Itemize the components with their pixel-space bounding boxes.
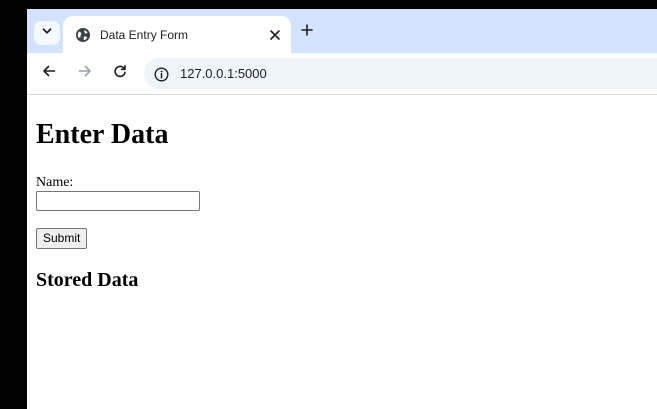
reload-icon xyxy=(113,64,127,83)
address-bar[interactable]: 127.0.0.1:5000 xyxy=(144,58,657,89)
url-text: 127.0.0.1:5000 xyxy=(180,66,267,81)
tab-strip: Data Entry Form xyxy=(27,9,657,53)
stored-data-heading: Stored Data xyxy=(36,269,139,291)
submit-button[interactable]: Submit xyxy=(36,228,88,249)
arrow-right-icon xyxy=(78,64,92,83)
close-icon[interactable] xyxy=(266,26,284,44)
name-label: Name: xyxy=(36,175,74,190)
back-button[interactable] xyxy=(39,63,59,83)
chevron-down-icon xyxy=(41,24,53,42)
info-icon[interactable] xyxy=(152,65,170,83)
browser-window: Data Entry Form 127.0.0.1:5000 Enter Dat… xyxy=(27,9,657,409)
page-content: Enter Data Name: Submit Stored Data xyxy=(27,95,657,409)
page-title: Enter Data xyxy=(36,119,169,150)
screenshot-border-left xyxy=(0,0,27,409)
tab-search-button[interactable] xyxy=(34,21,60,45)
forward-button[interactable] xyxy=(75,63,95,83)
name-input[interactable] xyxy=(36,191,200,211)
reload-button[interactable] xyxy=(110,63,130,83)
tab-data-entry-form[interactable]: Data Entry Form xyxy=(63,16,291,53)
tab-title: Data Entry Form xyxy=(100,28,189,42)
browser-toolbar: 127.0.0.1:5000 xyxy=(27,53,657,95)
arrow-left-icon xyxy=(42,64,56,83)
new-tab-button[interactable] xyxy=(297,22,317,42)
globe-icon xyxy=(75,27,91,43)
screenshot-border-top xyxy=(0,0,657,9)
plus-icon xyxy=(301,23,313,41)
